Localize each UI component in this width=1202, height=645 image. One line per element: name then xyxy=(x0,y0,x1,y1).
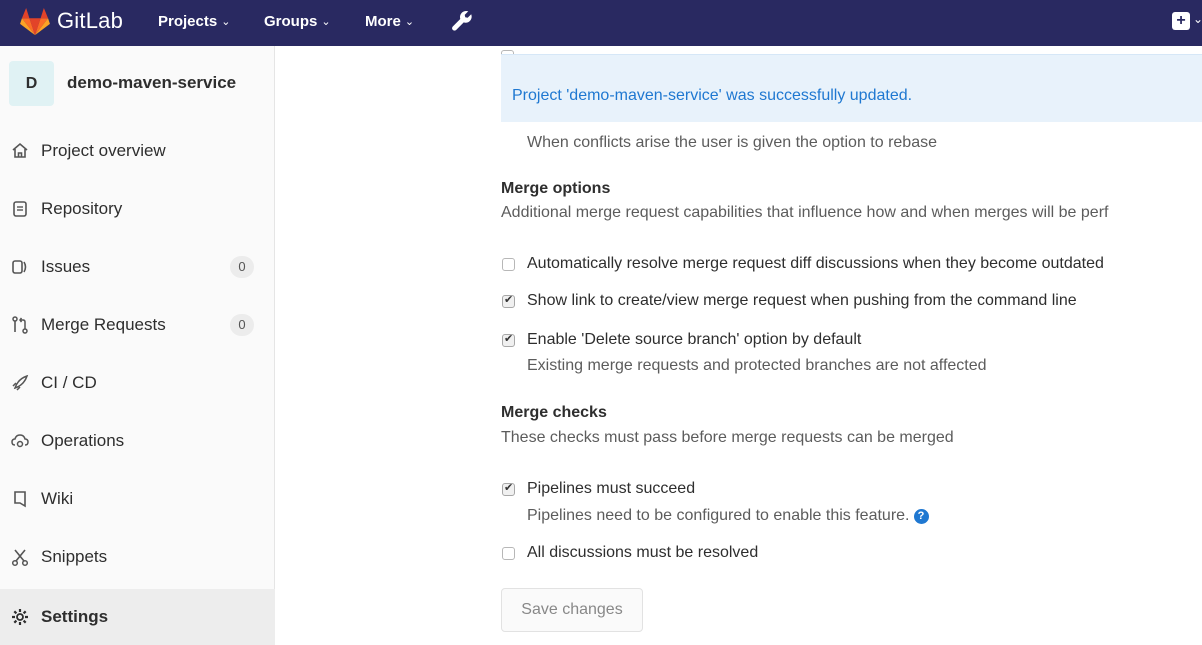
show-mr-link-label[interactable]: Show link to create/view merge request w… xyxy=(527,292,1077,310)
pipelines-help-text: Pipelines need to be configured to enabl… xyxy=(527,507,910,524)
sidebar-item-settings[interactable]: Settings xyxy=(0,589,275,645)
book-icon xyxy=(14,491,26,508)
sidebar-item-ci-cd[interactable]: CI / CD xyxy=(0,359,275,407)
show-mr-link-checkbox[interactable] xyxy=(502,293,515,308)
sidebar-item-issues[interactable]: Issues 0 xyxy=(0,243,275,291)
project-sidebar: D demo-maven-service Project overview Re… xyxy=(0,46,275,645)
home-icon xyxy=(12,142,28,158)
rocket-icon xyxy=(12,374,29,391)
sidebar-item-label: Snippets xyxy=(41,547,108,566)
nav-more[interactable]: More ⌄ xyxy=(365,13,414,30)
auto-resolve-discussions-checkbox[interactable] xyxy=(502,258,515,271)
discussions-resolved-label[interactable]: All discussions must be resolved xyxy=(527,544,758,562)
issues-icon xyxy=(12,260,27,274)
sidebar-item-wiki[interactable]: Wiki xyxy=(0,475,275,523)
delete-source-branch-help: Existing merge requests and protected br… xyxy=(527,357,987,374)
sidebar-item-repository[interactable]: Repository xyxy=(0,185,275,233)
sidebar-item-label: Operations xyxy=(41,431,125,450)
rebase-help-text: When conflicts arise the user is given t… xyxy=(527,134,937,151)
sidebar-item-label: Wiki xyxy=(41,489,74,508)
top-navbar: GitLab Projects ⌄ Groups ⌄ More ⌄ + ⌄ xyxy=(0,0,1202,46)
merge-request-icon xyxy=(12,316,28,334)
nav-groups-label: Groups xyxy=(264,13,318,30)
cloud-gear-icon xyxy=(11,434,29,448)
chevron-down-icon: ⌄ xyxy=(404,16,415,28)
save-changes-button[interactable]: Save changes xyxy=(501,588,643,632)
sidebar-item-label: CI / CD xyxy=(41,373,97,392)
pipelines-must-succeed-checkbox[interactable] xyxy=(502,481,515,496)
sidebar-item-snippets[interactable]: Snippets xyxy=(0,533,275,581)
gear-icon xyxy=(12,609,28,625)
delete-source-branch-checkbox[interactable] xyxy=(502,332,515,347)
discussions-resolved-checkbox[interactable] xyxy=(502,547,515,560)
file-icon xyxy=(13,201,27,217)
flash-message: Project 'demo-maven-service' was success… xyxy=(512,87,913,104)
clipped-previous-option xyxy=(501,46,1202,54)
flash-notice: Project 'demo-maven-service' was success… xyxy=(501,54,1202,122)
admin-wrench-icon[interactable] xyxy=(449,9,475,35)
nav-projects-label: Projects xyxy=(158,13,218,30)
merge-requests-count-badge: 0 xyxy=(230,314,254,336)
pipelines-help-row: Pipelines need to be configured to enabl… xyxy=(527,507,929,525)
issues-count-badge: 0 xyxy=(230,256,254,278)
nav-groups[interactable]: Groups ⌄ xyxy=(264,13,331,30)
chevron-down-icon[interactable]: ⌄ xyxy=(1193,12,1202,26)
question-circle-icon[interactable]: ? xyxy=(913,509,929,524)
merge-options-heading: Merge options xyxy=(501,180,611,197)
chevron-down-icon: ⌄ xyxy=(321,16,331,28)
nav-projects[interactable]: Projects ⌄ xyxy=(158,13,230,30)
nav-more-label: More xyxy=(365,13,401,30)
chevron-down-icon: ⌄ xyxy=(221,16,231,28)
sidebar-item-label: Issues xyxy=(41,257,91,276)
sidebar-item-label: Repository xyxy=(41,199,123,218)
settings-main: Project 'demo-maven-service' was success… xyxy=(276,46,1202,645)
auto-resolve-discussions-label[interactable]: Automatically resolve merge request diff… xyxy=(527,255,1104,273)
sidebar-item-label: Settings xyxy=(41,607,109,626)
brand-name[interactable]: GitLab xyxy=(57,8,123,34)
sidebar-item-operations[interactable]: Operations xyxy=(0,417,275,465)
sidebar-item-label: Project overview xyxy=(41,141,166,160)
merge-checks-description: These checks must pass before merge requ… xyxy=(501,429,954,446)
sidebar-item-merge-requests[interactable]: Merge Requests 0 xyxy=(0,301,275,349)
project-avatar: D xyxy=(9,61,54,106)
sidebar-project-header[interactable]: D demo-maven-service xyxy=(0,46,275,122)
sidebar-item-project-overview[interactable]: Project overview xyxy=(0,127,275,175)
gitlab-logo-icon[interactable] xyxy=(20,8,50,36)
scissors-icon xyxy=(11,549,29,567)
merge-options-description: Additional merge request capabilities th… xyxy=(501,204,1109,221)
project-name: demo-maven-service xyxy=(67,73,237,92)
delete-source-branch-label[interactable]: Enable 'Delete source branch' option by … xyxy=(527,331,861,349)
new-item-plus-icon[interactable]: + xyxy=(1172,12,1190,30)
merge-checks-heading: Merge checks xyxy=(501,404,607,421)
sidebar-item-label: Merge Requests xyxy=(41,315,166,334)
pipelines-must-succeed-label[interactable]: Pipelines must succeed xyxy=(527,480,695,498)
